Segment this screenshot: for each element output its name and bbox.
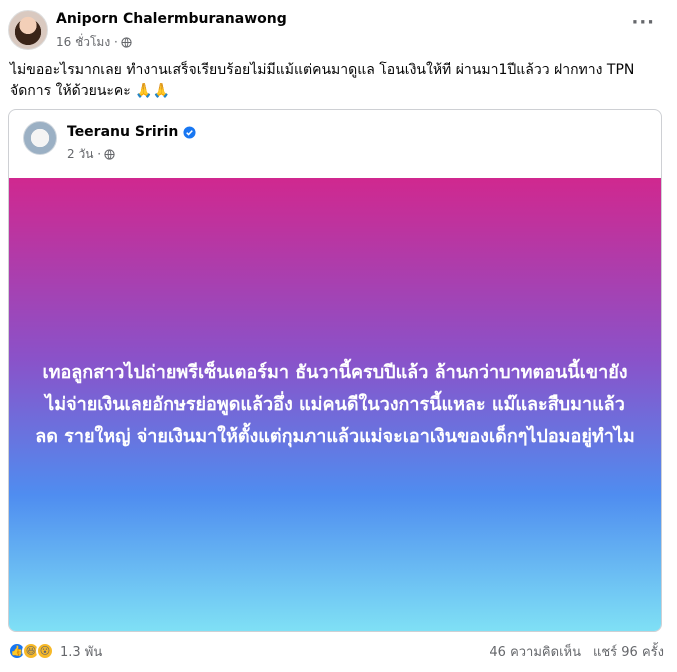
globe-icon xyxy=(104,149,115,160)
shared-author-name[interactable]: Teeranu Sririn xyxy=(67,124,178,140)
facebook-post: Aniporn Chalermburanawong 16 ชั่วโมง · ·… xyxy=(0,0,677,672)
post-author-name[interactable]: Aniporn Chalermburanawong xyxy=(56,11,287,27)
text-background-banner: เทอลูกสาวไปถ่ายพรีเซ็นเตอร์มา ธันวานี้คร… xyxy=(9,178,661,631)
globe-icon xyxy=(121,37,132,48)
post-footer: 👍 😆 😮 1.3 พัน 46 ความคิดเห็น แชร์ 96 ครั… xyxy=(8,640,664,662)
share-count[interactable]: แชร์ 96 ครั้ง xyxy=(593,641,664,662)
post-time[interactable]: 16 ชั่วโมง · xyxy=(56,33,118,52)
reaction-count[interactable]: 1.3 พัน xyxy=(60,641,102,662)
more-options-icon[interactable]: ··· xyxy=(631,12,655,33)
shared-post-time[interactable]: 2 วัน · xyxy=(67,145,101,164)
shared-author-avatar[interactable] xyxy=(23,121,57,155)
post-text: ไม่ขออะไรมากเลย ทำงานเสร็จเรียบร้อยไม่มี… xyxy=(10,62,635,99)
comment-count[interactable]: 46 ความคิดเห็น xyxy=(489,641,581,662)
reaction-icons[interactable]: 👍 😆 😮 xyxy=(8,642,54,660)
verified-badge-icon xyxy=(183,125,196,139)
author-avatar[interactable] xyxy=(8,10,48,50)
shared-post[interactable]: Teeranu Sririn 2 วัน · เทอลูกสาวไปถ่ายพร… xyxy=(8,109,662,632)
shared-post-meta: 2 วัน · xyxy=(67,145,115,164)
banner-text: เทอลูกสาวไปถ่ายพรีเซ็นเตอร์มา ธันวานี้คร… xyxy=(35,361,635,447)
shared-author: Teeranu Sririn xyxy=(67,124,196,140)
wow-reaction-icon: 😮 xyxy=(36,642,54,660)
post-meta: 16 ชั่วโมง · xyxy=(56,33,132,52)
